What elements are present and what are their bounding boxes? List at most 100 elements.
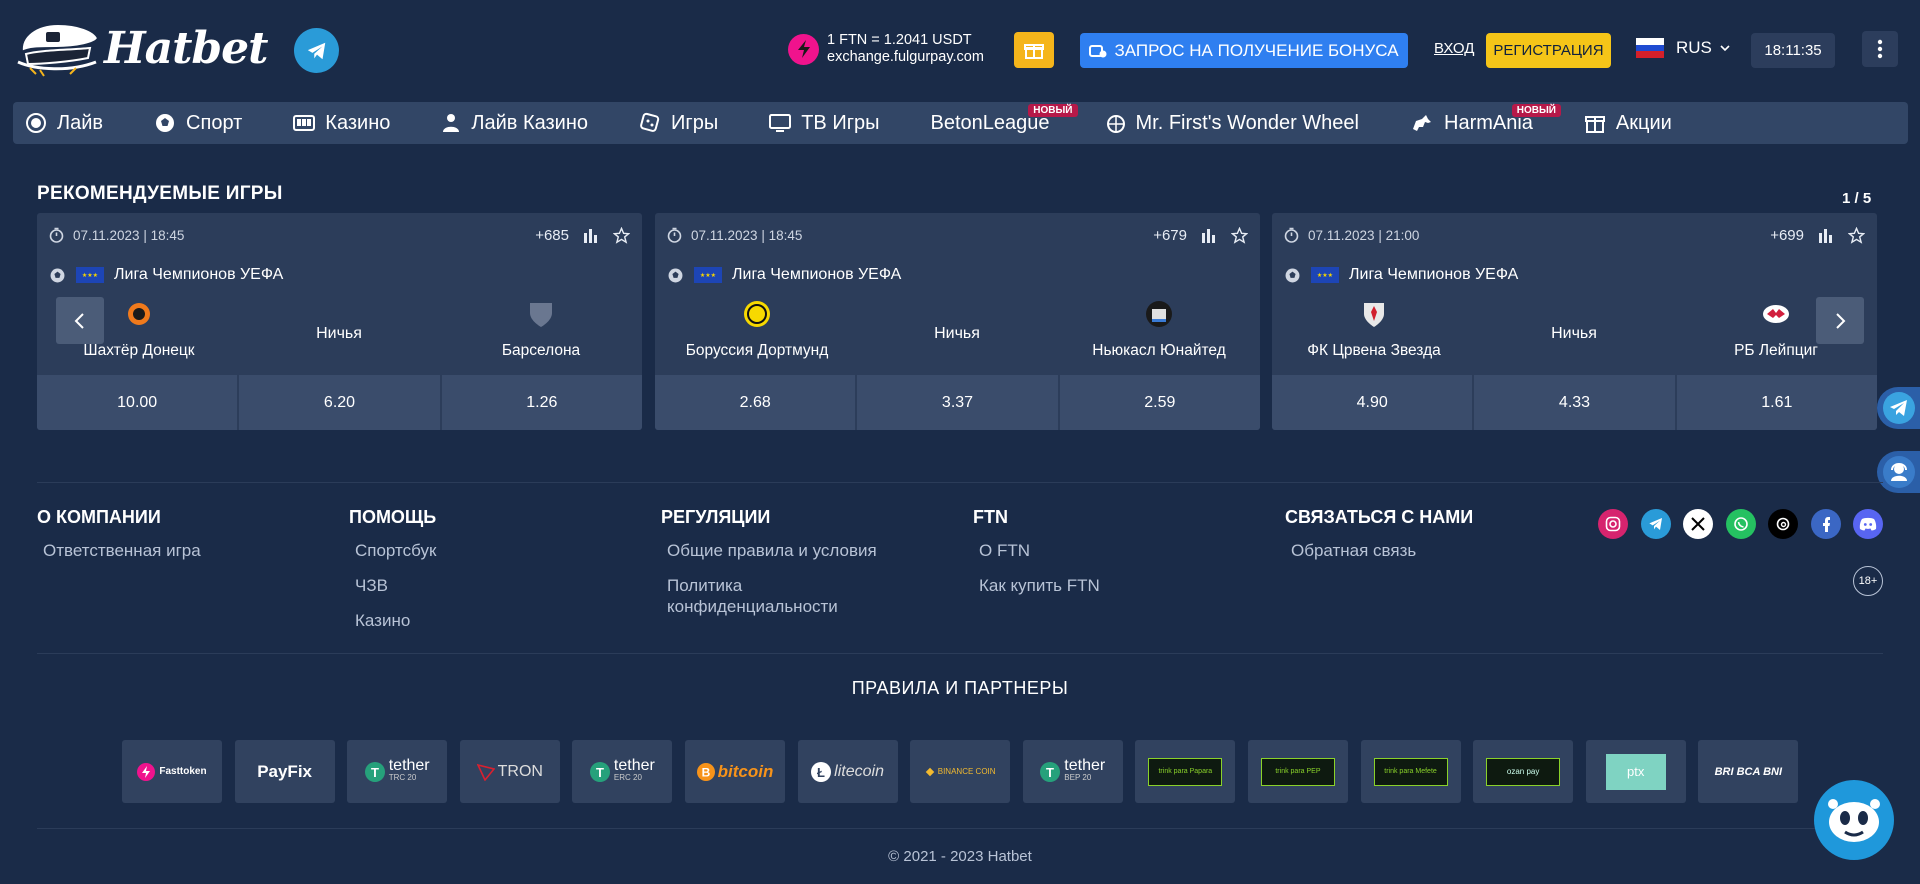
partner-logo: Ł litecoin bbox=[797, 740, 898, 803]
footer-link[interactable]: ЧЗВ bbox=[355, 575, 436, 596]
odd-draw[interactable]: 4.33 bbox=[1474, 375, 1675, 430]
markets-count[interactable]: +679 bbox=[1153, 227, 1187, 244]
partner-name: trink para Mefete bbox=[1373, 757, 1448, 786]
facebook-icon[interactable] bbox=[1810, 509, 1841, 539]
away-team-name: Барселона bbox=[501, 342, 581, 359]
divider bbox=[37, 653, 1883, 654]
draw-label: Ничья bbox=[934, 325, 980, 342]
russia-flag-icon bbox=[1636, 38, 1664, 59]
star-icon[interactable] bbox=[1231, 226, 1248, 244]
footer-link[interactable]: Как купить FTN bbox=[979, 575, 1100, 596]
captain-hat-icon bbox=[17, 22, 100, 77]
whatsapp-icon[interactable] bbox=[1725, 509, 1756, 539]
nav-item-promotions[interactable]: Акции bbox=[1584, 102, 1672, 144]
chat-bot-button[interactable] bbox=[1814, 780, 1894, 860]
language-selector[interactable]: RUS bbox=[1636, 38, 1732, 59]
footer-link[interactable]: Ответственная игра bbox=[43, 540, 201, 561]
match-card[interactable]: 07.11.2023 | 18:45 +685 ★★★ Лига Чемпион… bbox=[37, 213, 642, 430]
stopwatch-icon bbox=[49, 227, 64, 243]
footer-heading: РЕГУЛЯЦИИ bbox=[661, 507, 771, 527]
footer-link[interactable]: Спортсбук bbox=[355, 540, 436, 561]
nav-item-harmania[interactable]: HarmAnia НОВЫЙ bbox=[1410, 102, 1561, 144]
nav-item-live-casino[interactable]: Лайв Казино bbox=[441, 102, 588, 144]
team-crest-icon bbox=[1763, 305, 1789, 323]
telegram-icon[interactable] bbox=[1640, 509, 1671, 539]
partner-logo: trink para Papara bbox=[1135, 740, 1236, 803]
tether-icon: T bbox=[1040, 761, 1061, 782]
nav-item-games[interactable]: Игры bbox=[639, 102, 718, 144]
brand-logo[interactable]: Hatbet bbox=[16, 18, 268, 78]
exchange-rate-widget[interactable]: 1 FTN = 1.2041 USDT exchange.fulgurpay.c… bbox=[788, 32, 984, 66]
carousel-next-button[interactable] bbox=[1816, 297, 1864, 344]
odd-home[interactable]: 2.68 bbox=[655, 375, 856, 430]
footer-link[interactable]: О FTN bbox=[979, 540, 1100, 561]
footer-link[interactable]: Казино bbox=[355, 610, 436, 631]
footer-link[interactable]: Общие правила и условия bbox=[667, 540, 877, 561]
partner-logo: B bitcoin bbox=[684, 740, 785, 803]
partner-name: ozan pay bbox=[1486, 757, 1561, 786]
nav-item-live[interactable]: Лайв bbox=[25, 102, 103, 144]
odd-draw[interactable]: 6.20 bbox=[239, 375, 440, 430]
nav-item-tv-games[interactable]: ТВ Игры bbox=[769, 102, 879, 144]
divider bbox=[37, 828, 1883, 829]
nav-label: Казино bbox=[325, 111, 391, 134]
chevron-right-icon bbox=[1836, 312, 1846, 329]
svg-text:T: T bbox=[371, 765, 379, 780]
stats-icon[interactable] bbox=[1201, 227, 1217, 243]
eu-flag-icon: ★★★ bbox=[1311, 267, 1339, 283]
horse-icon bbox=[1413, 115, 1431, 131]
instagram-icon[interactable] bbox=[1598, 509, 1628, 539]
star-icon[interactable] bbox=[1848, 226, 1865, 244]
away-team: Барселона bbox=[431, 299, 642, 360]
league-name: Лига Чемпионов УЕФА bbox=[114, 266, 284, 283]
copyright: © 2021 - 2023 Hatbet bbox=[888, 848, 1032, 865]
discord-icon[interactable] bbox=[1853, 509, 1883, 539]
tether-icon: T bbox=[364, 761, 385, 782]
bonus-request-button[interactable]: ЗАПРОС НА ПОЛУЧЕНИЕ БОНУСА bbox=[1080, 33, 1408, 68]
carousel-prev-button[interactable] bbox=[56, 297, 104, 344]
nav-item-wonder-wheel[interactable]: Mr. First's Wonder Wheel bbox=[1106, 102, 1359, 144]
bonus-label: ЗАПРОС НА ПОЛУЧЕНИЕ БОНУСА bbox=[1114, 40, 1399, 60]
markets-count[interactable]: +699 bbox=[1770, 227, 1804, 244]
odd-away[interactable]: 1.26 bbox=[441, 375, 642, 430]
stats-icon[interactable] bbox=[583, 227, 599, 243]
nav-item-betonleague[interactable]: BetonLeague НОВЫЙ bbox=[930, 102, 1078, 144]
odd-away[interactable]: 1.61 bbox=[1676, 375, 1877, 430]
side-telegram-button[interactable] bbox=[1877, 387, 1920, 429]
footer-link[interactable]: Обратная связь bbox=[1291, 540, 1473, 561]
telegram-button[interactable] bbox=[294, 28, 339, 73]
odd-home[interactable]: 10.00 bbox=[37, 375, 238, 430]
match-card[interactable]: 07.11.2023 | 21:00 +699 ★★★ Лига Чемпион… bbox=[1272, 213, 1877, 430]
team-crest-icon bbox=[1146, 301, 1172, 327]
stats-icon[interactable] bbox=[1818, 227, 1834, 243]
register-button[interactable]: РЕГИСТРАЦИЯ bbox=[1486, 33, 1611, 68]
footer-heading: СВЯЗАТЬСЯ С НАМИ bbox=[1285, 507, 1474, 527]
partner-logo: ozan pay bbox=[1473, 740, 1574, 803]
partner-name: trink para PEP bbox=[1260, 757, 1335, 786]
nav-item-sport[interactable]: Спорт bbox=[154, 102, 242, 144]
odd-away[interactable]: 2.59 bbox=[1059, 375, 1260, 430]
divider bbox=[37, 482, 1883, 483]
match-date: 07.11.2023 | 18:45 bbox=[73, 227, 185, 243]
draw-label: Ничья bbox=[316, 325, 362, 342]
login-link[interactable]: ВХОД bbox=[1434, 40, 1474, 57]
odd-draw[interactable]: 3.37 bbox=[857, 375, 1058, 430]
footer-link[interactable]: Политика конфиденциальности bbox=[667, 575, 867, 617]
chatbot-icon bbox=[1828, 799, 1880, 842]
side-support-button[interactable] bbox=[1877, 451, 1920, 493]
live-icon bbox=[26, 113, 46, 133]
more-menu-button[interactable] bbox=[1862, 31, 1898, 67]
language-label: RUS bbox=[1676, 38, 1712, 57]
eu-flag-icon: ★★★ bbox=[694, 267, 722, 283]
gift-button[interactable] bbox=[1014, 32, 1054, 68]
markets-count[interactable]: +685 bbox=[535, 227, 569, 244]
team-crest-icon bbox=[1364, 303, 1384, 327]
star-icon[interactable] bbox=[613, 226, 630, 244]
footer-contact: СВЯЗАТЬСЯ С НАМИ Обратная связь bbox=[1285, 507, 1473, 575]
partner-logo: ptx bbox=[1585, 740, 1686, 803]
odd-home[interactable]: 4.90 bbox=[1272, 375, 1473, 430]
x-twitter-icon[interactable] bbox=[1683, 509, 1713, 539]
threads-icon[interactable] bbox=[1768, 509, 1798, 539]
nav-item-casino[interactable]: Казино bbox=[293, 102, 390, 144]
match-card[interactable]: 07.11.2023 | 18:45 +679 ★★★ Лига Чемпион… bbox=[655, 213, 1260, 430]
